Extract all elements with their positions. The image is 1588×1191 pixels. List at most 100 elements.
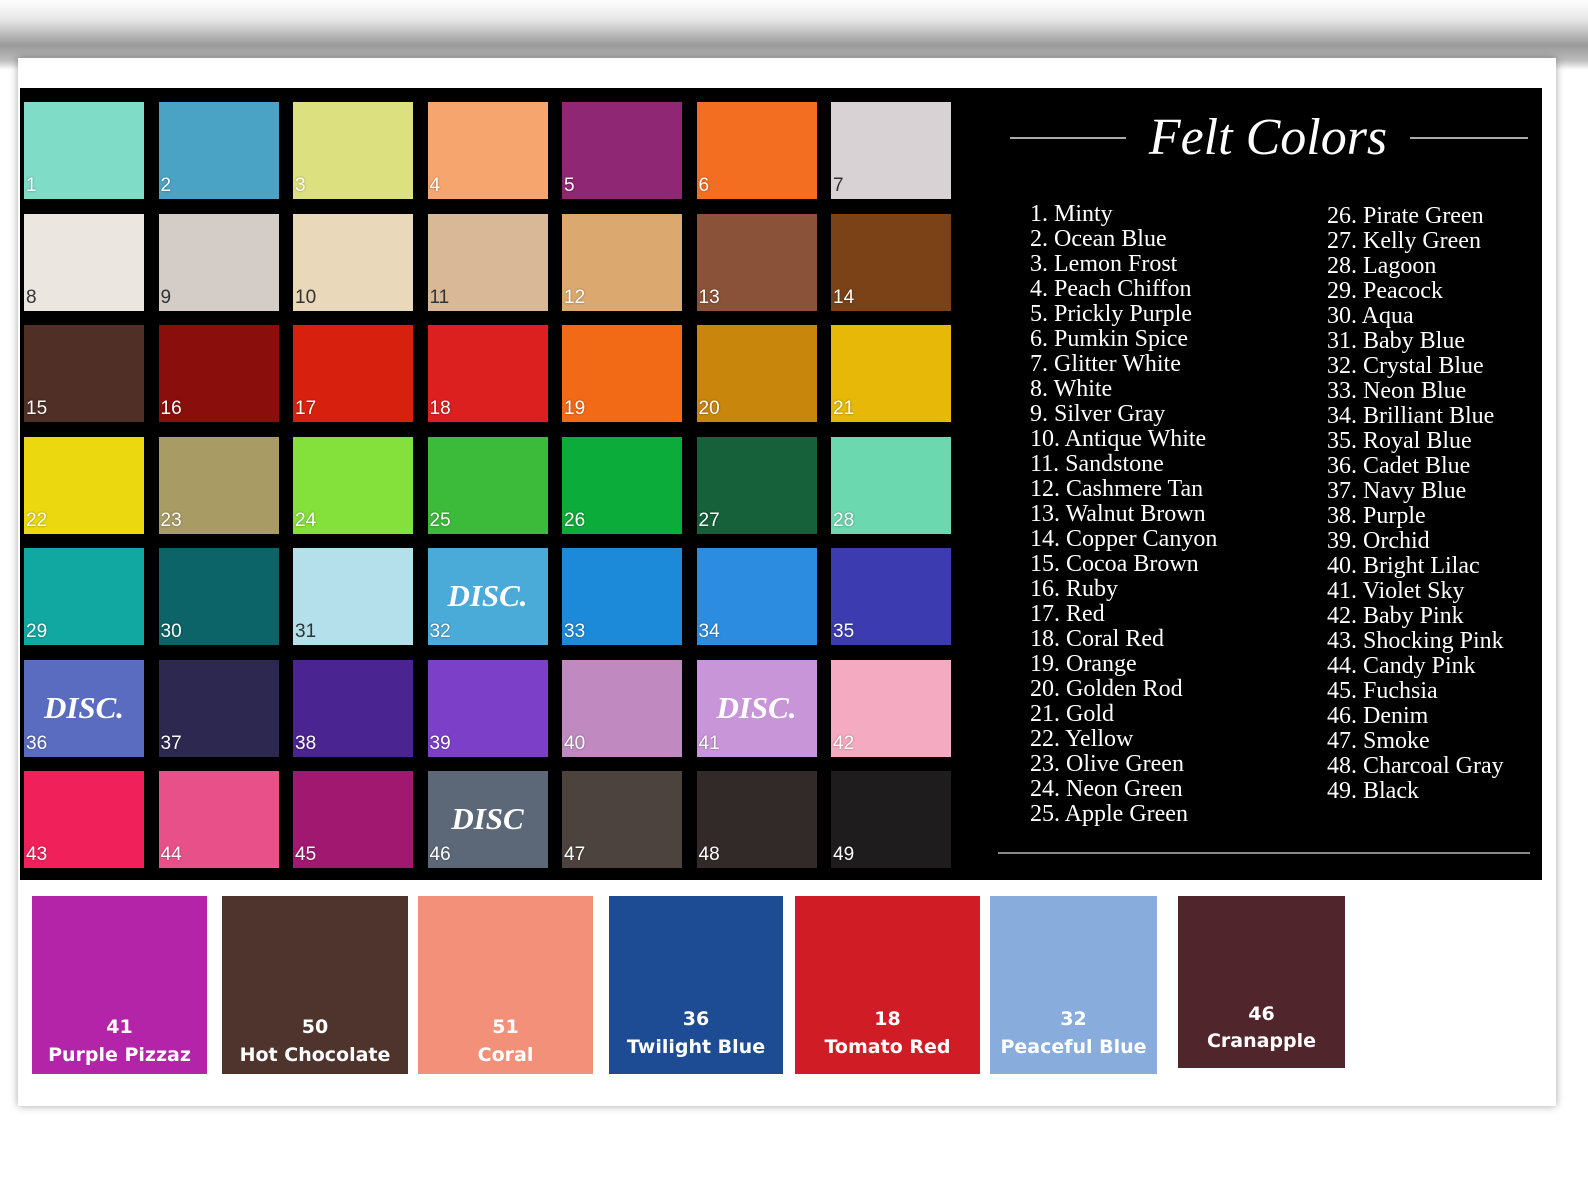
legend-item: 49. Black xyxy=(1327,778,1419,804)
swatch-number: 47 xyxy=(564,844,586,865)
legend-item: 6. Pumkin Spice xyxy=(1030,326,1189,352)
swatch-3: 3 xyxy=(293,102,413,199)
swatch-number: 11 xyxy=(429,286,450,308)
legend-item: 30. Aqua xyxy=(1327,303,1414,329)
swatch-number: 28 xyxy=(833,509,855,531)
swatch-43: 43 xyxy=(24,771,144,868)
swatch-name: Hot Chocolate xyxy=(239,1044,391,1066)
swatch-5: 5 xyxy=(562,102,682,199)
swatch-number: 3 xyxy=(295,175,306,196)
legend-item: 43. Shocking Pink xyxy=(1327,628,1504,654)
swatch-number: 41 xyxy=(106,1016,133,1038)
new-color-swatch: 50 Hot Chocolate xyxy=(222,896,408,1074)
swatch-number: 9 xyxy=(160,286,172,308)
swatch-number: 6 xyxy=(698,175,710,196)
swatch-number: 39 xyxy=(429,732,451,754)
swatch-number: 19 xyxy=(564,398,586,419)
legend-item: 12. Cashmere Tan xyxy=(1030,476,1204,502)
swatch-number: 43 xyxy=(26,844,48,865)
swatch-25: 25 xyxy=(427,436,548,534)
legend-item: 16. Ruby xyxy=(1030,576,1119,602)
new-color-swatch: 41 Purple Pizzaz xyxy=(32,896,207,1074)
swatch-number: 24 xyxy=(295,509,317,531)
legend-item: 38. Purple xyxy=(1327,503,1426,529)
swatch-number: 36 xyxy=(26,732,48,754)
swatch-number: 48 xyxy=(698,844,720,865)
swatch-16: 16 xyxy=(158,325,279,422)
swatch-number: 37 xyxy=(160,732,182,754)
new-color-swatch: 18 Tomato Red xyxy=(795,896,980,1074)
legend-item: 35. Royal Blue xyxy=(1327,428,1472,454)
swatch-number: 33 xyxy=(564,621,586,642)
legend-item: 33. Neon Blue xyxy=(1327,378,1467,404)
legend-item: 48. Charcoal Gray xyxy=(1327,753,1504,779)
swatch-number: 12 xyxy=(564,286,586,308)
swatch-number: 4 xyxy=(429,175,441,196)
swatch-38: 38 xyxy=(293,659,413,757)
discontinued-label: DISC xyxy=(451,801,524,836)
legend-item: 1. Minty xyxy=(1030,201,1113,227)
new-color-swatch: 51 Coral xyxy=(418,896,593,1074)
swatch-33: 33 xyxy=(562,548,682,645)
swatch-number: 15 xyxy=(26,398,48,419)
swatch-number: 22 xyxy=(26,509,48,531)
legend-right: 26. Pirate Green 27. Kelly Green 28. Lagoo… xyxy=(1327,204,1504,804)
swatch-number: 31 xyxy=(295,621,317,642)
legend-item: 36. Cadet Blue xyxy=(1327,453,1471,479)
bottom-rule xyxy=(998,852,1530,854)
swatch-name: Tomato Red xyxy=(824,1036,951,1058)
legend-item: 47. Smoke xyxy=(1327,728,1430,754)
swatch-name: Peaceful Blue xyxy=(1000,1036,1147,1058)
swatch-number: 41 xyxy=(698,732,720,754)
discontinued-label: DISC. xyxy=(43,689,125,725)
swatch-number: 36 xyxy=(682,1008,710,1030)
swatch-15: 15 xyxy=(24,325,144,422)
swatch-number: 30 xyxy=(160,621,182,642)
swatch-number: 29 xyxy=(26,621,48,642)
swatch-37: 37 xyxy=(158,659,279,757)
legend-item: 2. Ocean Blue xyxy=(1030,226,1167,252)
swatch-number: 8 xyxy=(26,286,37,308)
legend-item: 20. Golden Rod xyxy=(1030,676,1183,702)
legend-item: 25. Apple Green xyxy=(1030,801,1188,827)
swatch-number: 44 xyxy=(160,844,182,865)
legend-item: 23. Olive Green xyxy=(1030,751,1184,777)
legend-item: 10. Antique White xyxy=(1030,426,1207,452)
legend-item: 9. Silver Gray xyxy=(1030,401,1166,427)
swatch-number: 5 xyxy=(564,175,575,196)
swatch-number: 1 xyxy=(26,175,37,196)
swatch-28: 28 xyxy=(831,436,951,534)
swatch-number: 17 xyxy=(295,398,317,419)
legend-item: 17. Red xyxy=(1030,601,1105,627)
swatch-26: 26 xyxy=(562,436,682,534)
legend-item: 21. Gold xyxy=(1030,701,1114,727)
swatch-number: 2 xyxy=(160,175,172,196)
swatch-2: 2 xyxy=(158,102,279,199)
swatch-29: 29 xyxy=(24,548,144,645)
swatch-number: 21 xyxy=(833,398,855,419)
swatch-number: 38 xyxy=(295,732,317,754)
swatch-34: 34 xyxy=(696,548,817,645)
legend-item: 11. Sandstone xyxy=(1030,451,1164,477)
swatch-number: 25 xyxy=(429,509,451,531)
swatch-47: 47 xyxy=(562,771,682,868)
swatch-27: 27 xyxy=(696,436,817,534)
swatch-number: 10 xyxy=(295,286,317,308)
legend-item: 14. Copper Canyon xyxy=(1030,526,1218,552)
swatch-41: DISC. 41 xyxy=(696,659,817,757)
swatch-number: 42 xyxy=(833,732,855,754)
legend-item: 13. Walnut Brown xyxy=(1030,501,1206,527)
legend-item: 44. Candy Pink xyxy=(1327,653,1476,679)
legend-item: 4. Peach Chiffon xyxy=(1030,276,1192,302)
legend-item: 46. Denim xyxy=(1327,703,1429,729)
legend-item: 24. Neon Green xyxy=(1030,776,1183,802)
swatch-36: DISC. 36 xyxy=(24,659,144,757)
swatch-19: 19 xyxy=(562,325,682,422)
legend-item: 37. Navy Blue xyxy=(1327,478,1467,504)
legend-item: 28. Lagoon xyxy=(1327,253,1437,279)
legend-item: 29. Peacock xyxy=(1327,278,1443,304)
swatch-32: DISC. 32 xyxy=(427,548,548,645)
legend-left: 1. Minty 2. Ocean Blue 3. Lemon Frost 4. Pe… xyxy=(1030,202,1217,827)
swatch-name: Cranapple xyxy=(1206,1030,1317,1052)
swatch-number: 14 xyxy=(833,286,855,308)
